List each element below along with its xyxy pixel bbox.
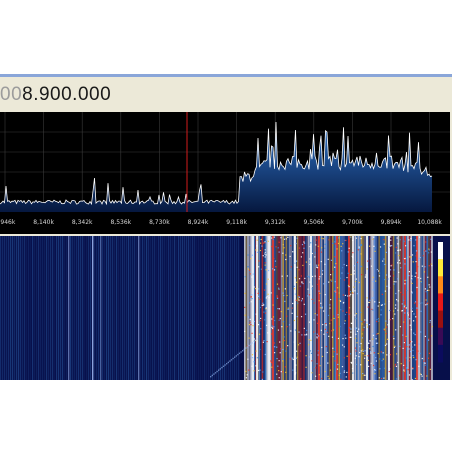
waterfall-plot[interactable] [0, 236, 450, 380]
sdr-window: 008.900.000 7,946k 8,140k 8,342k 8,536k 8,73… [0, 74, 452, 380]
frequency-axis: 7,946k 8,140k 8,342k 8,536k 8,730k 8,924k 9,11… [0, 219, 442, 226]
color-scale-segment [438, 327, 443, 346]
frequency-tick-label: 8,924k [188, 219, 209, 226]
spectrum-plot[interactable]: 7,946k 8,140k 8,342k 8,536k 8,730k 8,924k 9,11… [0, 112, 450, 234]
spectrum-panel[interactable]: 7,946k 8,140k 8,342k 8,536k 8,730k 8,924k 9,11… [0, 112, 450, 234]
color-scale-segment [438, 293, 443, 312]
frequency-tick-label: 9,700k [342, 219, 363, 226]
frequency-tick-label: 7,946k [0, 219, 16, 226]
color-scale-segment [438, 259, 443, 277]
waterfall-panel[interactable] [0, 236, 450, 380]
frequency-tick-label: 8,536k [110, 219, 131, 226]
color-scale-segment [438, 276, 443, 294]
frequency-tick-label: 9,118k [226, 219, 247, 226]
frequency-tick-label: 9,312k [265, 219, 286, 226]
frequency-display[interactable]: 008.900.000 [0, 84, 111, 110]
frequency-tick-label: 9,506k [303, 219, 324, 226]
frequency-tick-label: 8,342k [72, 219, 93, 226]
frequency-leading-digits: 00 [0, 84, 23, 105]
waterfall-signals [0, 236, 433, 380]
color-scale-segment [438, 310, 443, 329]
color-scale-segment [438, 242, 443, 260]
window-frame-line [0, 74, 452, 77]
frequency-tick-label: 8,730k [149, 219, 170, 226]
frequency-value: 8.900.000 [22, 84, 112, 105]
spectrum-fill [0, 122, 432, 212]
color-scale-segment [438, 344, 443, 363]
frequency-tick-label: 10,088k [417, 219, 442, 226]
frequency-tick-label: 9,894k [381, 219, 402, 226]
waterfall-color-scale [438, 242, 443, 363]
frequency-tick-label: 8,140k [33, 219, 54, 226]
